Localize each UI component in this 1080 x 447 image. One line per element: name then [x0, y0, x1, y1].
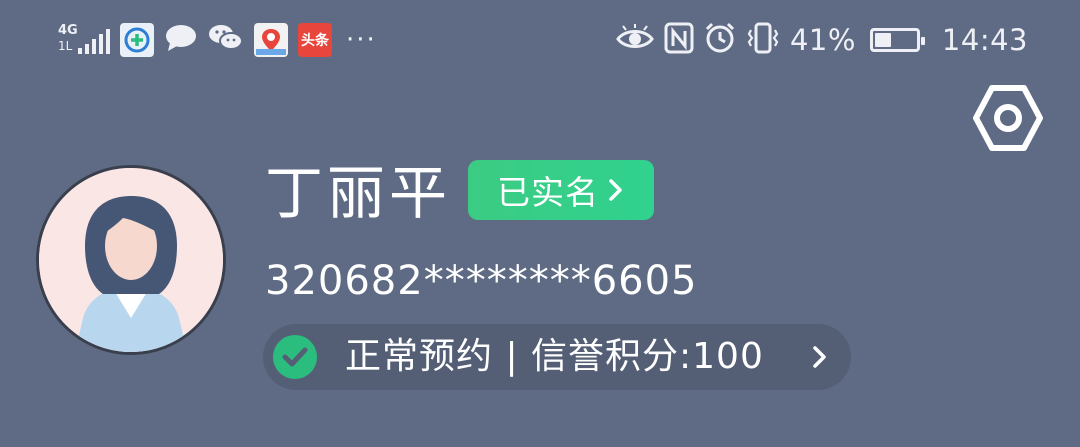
settings-hexagon-icon	[973, 85, 1043, 151]
verified-badge-button[interactable]: 已实名	[468, 160, 654, 220]
eye-comfort-icon	[616, 24, 654, 56]
signal-icon: 4G 1L	[58, 22, 110, 58]
maps-app-icon	[254, 23, 288, 57]
avatar[interactable]	[36, 165, 226, 355]
check-circle-icon	[273, 335, 317, 379]
female-avatar-icon	[39, 168, 223, 352]
user-name: 丁丽平	[265, 159, 452, 227]
id-number: 320682********6605	[265, 258, 698, 304]
toutiao-app-icon: 头条	[298, 23, 332, 57]
status-bar: 4G 1L 头条 ··· 41% 14:43	[0, 0, 1080, 80]
battery-icon	[869, 28, 925, 52]
nfc-icon	[664, 22, 694, 58]
network-subtype: 1L	[58, 39, 73, 53]
verified-label: 已实名	[497, 173, 599, 212]
more-notifications-indicator: ···	[346, 25, 377, 55]
vibrate-icon	[746, 21, 780, 59]
status-bar-left: 4G 1L 头条 ···	[58, 20, 377, 60]
status-text: 正常预约 | 信誉积分:100	[345, 336, 764, 377]
wechat-icon	[208, 23, 244, 57]
settings-button[interactable]	[972, 84, 1044, 152]
message-icon	[164, 23, 198, 57]
toutiao-label: 头条	[301, 33, 329, 49]
clock-time: 14:43	[941, 23, 1028, 57]
chevron-right-icon	[813, 346, 826, 368]
status-bar-right: 41% 14:43	[616, 20, 1028, 60]
chevron-right-icon	[609, 179, 622, 201]
network-type: 4G	[58, 23, 78, 38]
alarm-icon	[704, 22, 736, 58]
health-app-icon	[120, 23, 154, 57]
battery-percent: 41%	[789, 23, 856, 57]
appointment-status-pill[interactable]: 正常预约 | 信誉积分:100	[263, 324, 851, 390]
